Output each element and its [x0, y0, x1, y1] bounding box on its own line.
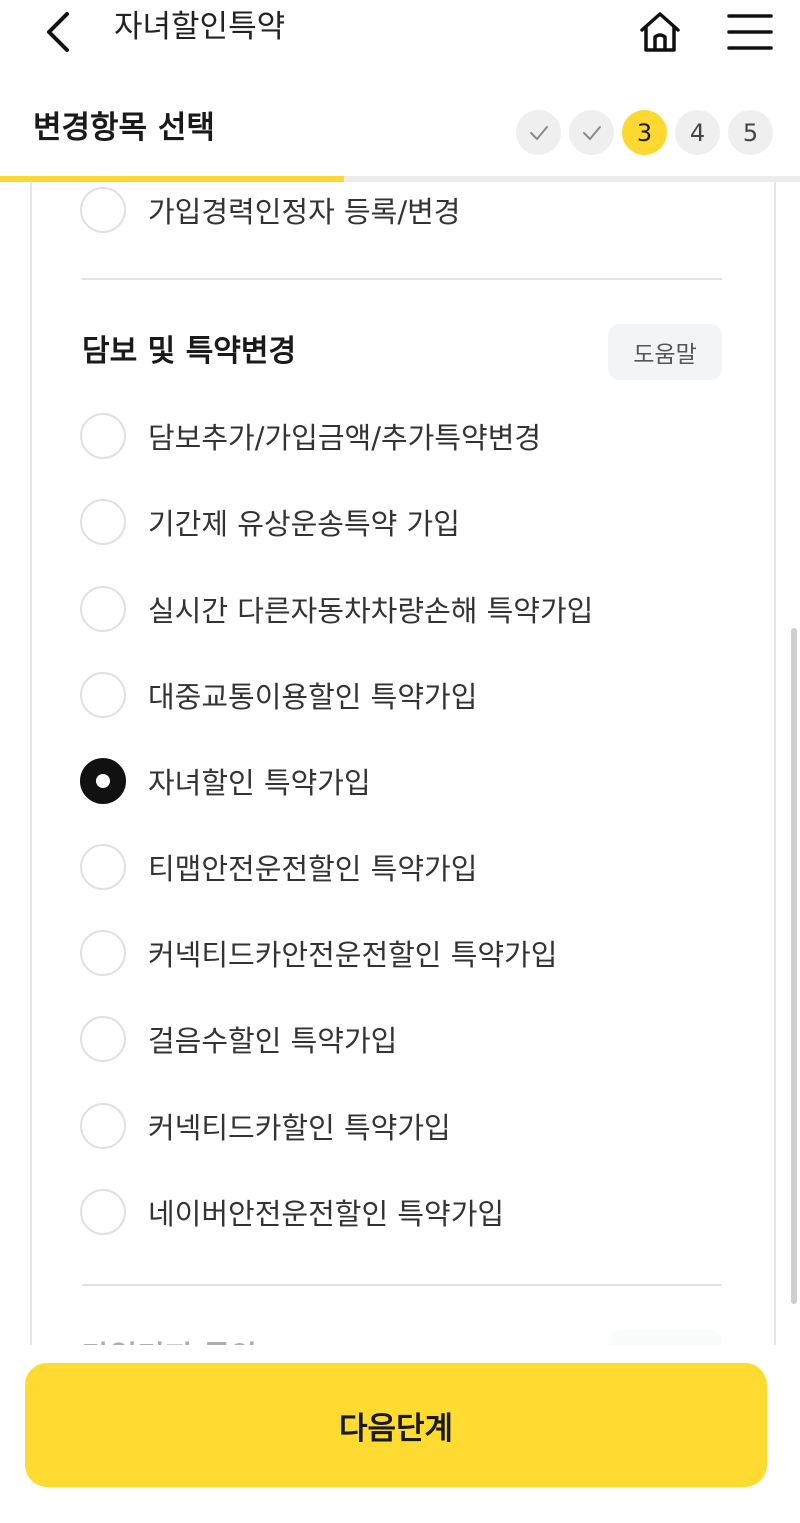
option-step-count[interactable]: 걸음수할인 특약가입	[80, 1009, 397, 1069]
option-label: 기간제 유상운송특약 가입	[148, 507, 460, 541]
radio-button[interactable]	[80, 1016, 126, 1062]
options-card: 가입경력인정자 등록/변경 담보 및 특약변경 도움말 담보추가/가입금액/추가…	[30, 182, 776, 1432]
next-step-button[interactable]: 다음단계	[25, 1363, 767, 1487]
home-icon	[640, 12, 680, 52]
option-other-vehicle[interactable]: 실시간 다른자동차차량손해 특약가입	[80, 579, 593, 639]
radio-button[interactable]	[80, 499, 126, 545]
option-label: 자녀할인 특약가입	[148, 766, 371, 800]
option-career-registration[interactable]: 가입경력인정자 등록/변경	[80, 182, 460, 240]
hamburger-menu-icon	[727, 14, 773, 50]
radio-button[interactable]	[80, 844, 126, 890]
option-label: 티맵안전운전할인 특약가입	[148, 852, 478, 886]
scrollbar[interactable]	[791, 628, 797, 1304]
option-connected-car[interactable]: 커넥티드카할인 특약가입	[80, 1096, 451, 1156]
radio-button-checked[interactable]	[80, 758, 126, 804]
step-5: 5	[728, 110, 773, 155]
step-4: 4	[675, 110, 720, 155]
home-button[interactable]	[632, 4, 688, 60]
option-child-discount[interactable]: 자녀할인 특약가입	[80, 751, 371, 811]
divider	[82, 1284, 722, 1286]
option-connected-car-safe[interactable]: 커넥티드카안전운전할인 특약가입	[80, 923, 557, 983]
screen: 자녀할인특약 변경항목 선택 3 4 5 가입경력인정자 등록/변경 담보 및 …	[0, 0, 800, 1523]
radio-button[interactable]	[80, 1189, 126, 1235]
step-header: 변경항목 선택 3 4 5	[0, 86, 800, 182]
option-naver-safe-driving[interactable]: 네이버안전운전할인 특약가입	[80, 1182, 504, 1242]
app-title: 자녀할인특약	[114, 9, 286, 45]
radio-button[interactable]	[80, 413, 126, 459]
help-button[interactable]: 도움말	[608, 324, 722, 380]
radio-button[interactable]	[80, 586, 126, 632]
option-label: 대중교통이용할인 특약가입	[148, 680, 478, 714]
step-1	[516, 110, 561, 155]
option-label: 가입경력인정자 등록/변경	[148, 195, 461, 229]
option-label: 커넥티드카할인 특약가입	[148, 1111, 451, 1145]
option-coverage-change[interactable]: 담보추가/가입금액/추가특약변경	[80, 406, 541, 466]
back-button[interactable]	[30, 4, 86, 60]
radio-button[interactable]	[80, 187, 126, 233]
step-2	[569, 110, 614, 155]
step-indicator: 3 4 5	[516, 110, 773, 155]
option-label: 네이버안전운전할인 특약가입	[148, 1197, 505, 1231]
option-label: 실시간 다른자동차차량손해 특약가입	[148, 594, 594, 628]
radio-button[interactable]	[80, 930, 126, 976]
radio-button[interactable]	[80, 1103, 126, 1149]
option-tmap-safe-driving[interactable]: 티맵안전운전할인 특약가입	[80, 837, 477, 897]
option-public-transit[interactable]: 대중교통이용할인 특약가입	[80, 665, 477, 725]
option-label: 커넥티드카안전운전할인 특약가입	[148, 938, 558, 972]
option-label: 담보추가/가입금액/추가특약변경	[148, 421, 542, 455]
step-title: 변경항목 선택	[33, 110, 215, 146]
section-title-coverage: 담보 및 특약변경	[82, 334, 297, 369]
check-icon	[582, 125, 601, 140]
step-3: 3	[622, 110, 667, 155]
radio-button[interactable]	[80, 672, 126, 718]
menu-button[interactable]	[722, 4, 778, 60]
divider	[82, 278, 722, 280]
app-bar: 자녀할인특약	[0, 0, 800, 70]
option-paid-transport[interactable]: 기간제 유상운송특약 가입	[80, 492, 460, 552]
check-icon	[529, 125, 548, 140]
option-label: 걸음수할인 특약가입	[148, 1024, 398, 1058]
radio-dot	[96, 774, 110, 788]
chevron-left-icon	[47, 12, 69, 52]
